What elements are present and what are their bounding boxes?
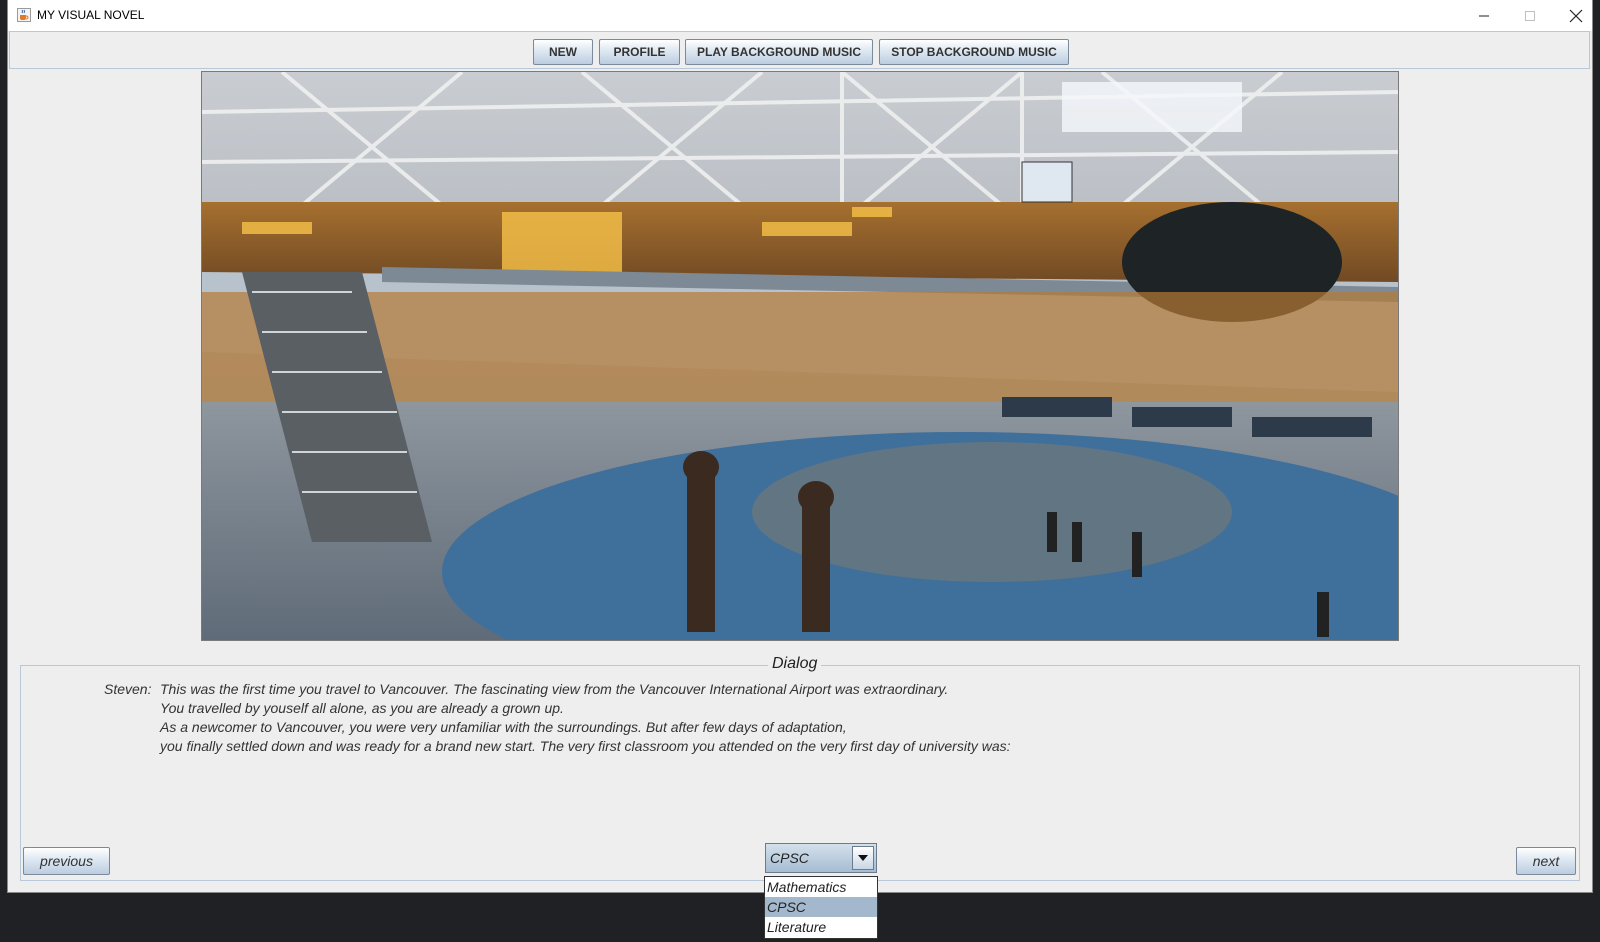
minimize-icon [1479, 15, 1489, 16]
next-button[interactable]: next [1516, 847, 1576, 875]
title-bar[interactable]: MY VISUAL NOVEL [8, 0, 1592, 31]
airport-terminal-scene [202, 72, 1398, 640]
dialog-line: you finally settled down and was ready f… [160, 738, 1011, 754]
maximize-button[interactable] [1507, 0, 1553, 31]
window-title: MY VISUAL NOVEL [37, 8, 145, 22]
chevron-down-icon [858, 855, 868, 861]
profile-button[interactable]: PROFILE [599, 39, 680, 65]
close-button[interactable] [1553, 0, 1599, 31]
maximize-icon [1525, 10, 1535, 21]
previous-button[interactable]: previous [23, 847, 110, 875]
minimize-button[interactable] [1461, 0, 1507, 31]
dialog-line: As a newcomer to Vancouver, you were ver… [160, 719, 847, 735]
option-mathematics[interactable]: Mathematics [765, 877, 877, 897]
dialog-title: Dialog [768, 655, 822, 673]
classroom-options-popup: Mathematics CPSC Literature [764, 876, 878, 939]
stop-music-button[interactable]: STOP BACKGROUND MUSIC [879, 39, 1069, 65]
speaker-name: Steven: [104, 681, 152, 697]
java-coffee-icon [17, 8, 31, 22]
new-button[interactable]: NEW [533, 39, 593, 65]
play-music-button[interactable]: PLAY BACKGROUND MUSIC [685, 39, 873, 65]
option-literature[interactable]: Literature [765, 917, 877, 937]
app-window: MY VISUAL NOVEL NEW PROFILE PLAY BACKGRO… [8, 0, 1592, 939]
dropdown-arrow-button[interactable] [852, 846, 874, 870]
dialog-line: This was the first time you travel to Va… [160, 681, 949, 697]
dialog-line: You travelled by youself all alone, as y… [160, 700, 564, 716]
option-cpsc[interactable]: CPSC [765, 897, 877, 917]
classroom-select-value: CPSC [770, 850, 809, 866]
scene-image [201, 71, 1399, 641]
close-icon [1569, 9, 1583, 22]
toolbar: NEW PROFILE PLAY BACKGROUND MUSIC STOP B… [9, 31, 1590, 69]
classroom-select[interactable]: CPSC [765, 843, 877, 873]
